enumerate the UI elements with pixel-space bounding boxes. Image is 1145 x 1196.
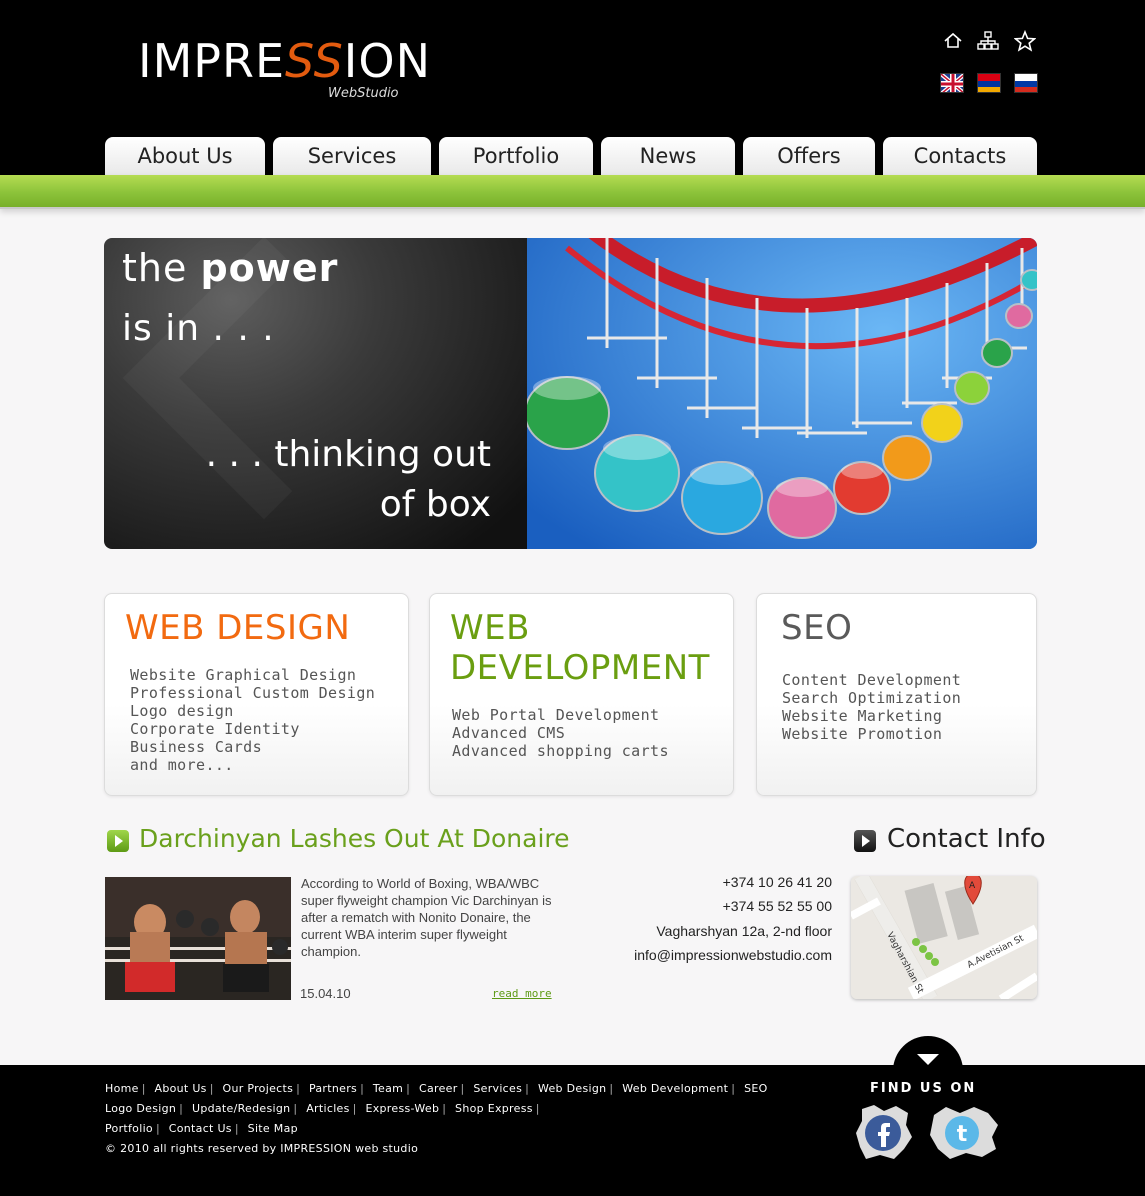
home-icon[interactable] <box>942 30 964 52</box>
service-item: Website Graphical Design <box>130 666 357 684</box>
hero-ferris-wheel-image <box>527 238 1037 549</box>
service-item: Website Promotion <box>782 725 943 743</box>
footer-link-articles[interactable]: Articles <box>306 1102 349 1115</box>
flag-russia-icon[interactable] <box>1014 73 1038 93</box>
nav-tab-about-us[interactable]: About Us <box>105 137 265 177</box>
facebook-icon[interactable] <box>854 1103 914 1161</box>
logo-subtitle: WebStudio <box>328 86 399 101</box>
footer-link-site-map[interactable]: Site Map <box>248 1122 298 1135</box>
footer-link-web-design[interactable]: Web Design <box>538 1082 606 1095</box>
location-map[interactable]: A Vagharshian St A.Avetisian St <box>851 876 1037 999</box>
service-item: and more... <box>130 756 234 774</box>
hero-line-2: is in . . . <box>122 308 275 349</box>
footer-links-row-1: Home | About Us | Our Projects | Partners | … <box>105 1082 768 1095</box>
footer-link-logo-design[interactable]: Logo Design <box>105 1102 176 1115</box>
flag-armenia-icon[interactable] <box>977 73 1001 93</box>
service-item: Website Marketing <box>782 707 943 725</box>
twitter-icon[interactable]: t <box>928 1103 1000 1161</box>
service-list: Web Portal Development Advanced CMS Adva… <box>452 706 669 760</box>
footer-link-our-projects[interactable]: Our Projects <box>223 1082 294 1095</box>
logo-wordmark: IMPRESSION <box>138 34 431 88</box>
footer-link-home[interactable]: Home <box>105 1082 139 1095</box>
service-item: Professional Custom Design <box>130 684 376 702</box>
footer-link-web-development[interactable]: Web Development <box>622 1082 728 1095</box>
language-switcher <box>940 73 1040 95</box>
footer-link-career[interactable]: Career <box>419 1082 458 1095</box>
main-nav: About Us Services Portfolio News Offers … <box>105 137 1040 177</box>
hero-banner: the power is in . . . . . . thinking out… <box>104 238 1037 549</box>
service-title: SEO <box>781 608 853 648</box>
contact-phone-2: +374 55 52 55 00 <box>722 898 832 914</box>
contact-email-link[interactable]: info@impressionwebstudio.com <box>634 947 832 963</box>
service-item: Advanced CMS <box>452 724 566 742</box>
footer-link-team[interactable]: Team <box>373 1082 403 1095</box>
nav-tab-services[interactable]: Services <box>273 137 431 177</box>
footer-link-contact-us[interactable]: Contact Us <box>169 1122 232 1135</box>
find-us-label: FIND US ON <box>870 1081 977 1096</box>
service-item: Search Optimization <box>782 689 962 707</box>
footer-link-services[interactable]: Services <box>473 1082 522 1095</box>
site-header: IMPRESSION WebStudio About Us Services P… <box>0 0 1145 177</box>
footer-link-about-us[interactable]: About Us <box>155 1082 207 1095</box>
footer-links-row-2: Logo Design | Update/Redesign | Articles | … <box>105 1102 540 1115</box>
news-date: 15.04.10 <box>300 986 351 1001</box>
map-marker-label: A <box>969 881 976 891</box>
news-boxing-image[interactable] <box>105 877 291 1000</box>
service-box-seo[interactable]: SEO Content Development Search Optimizat… <box>756 593 1037 796</box>
service-title: WEB DEVELOPMENT <box>450 608 710 688</box>
service-item: Advanced shopping carts <box>452 742 669 760</box>
contact-info-heading: Contact Info <box>887 824 1046 854</box>
service-box-web-design[interactable]: WEB DESIGN Website Graphical Design Prof… <box>104 593 409 796</box>
footer-link-express-web[interactable]: Express-Web <box>365 1102 439 1115</box>
hero-line-4: of box <box>379 484 491 525</box>
star-icon[interactable] <box>1013 29 1037 52</box>
service-item: Corporate Identity <box>130 720 300 738</box>
nav-tab-portfolio[interactable]: Portfolio <box>439 137 593 177</box>
news-headline-link[interactable]: Darchinyan Lashes Out At Donaire <box>139 824 570 853</box>
footer-link-update-redesign[interactable]: Update/Redesign <box>192 1102 290 1115</box>
read-more-link[interactable]: read more <box>492 987 552 1000</box>
hero-line-3: . . . thinking out <box>205 434 491 475</box>
footer-link-partners[interactable]: Partners <box>309 1082 357 1095</box>
footer-link-seo[interactable]: SEO <box>744 1082 768 1095</box>
footer-link-portfolio[interactable]: Portfolio <box>105 1122 153 1135</box>
chevron-down-icon <box>917 1054 939 1065</box>
service-item: Logo design <box>130 702 234 720</box>
hero-text-panel: the power is in . . . . . . thinking out… <box>104 238 527 549</box>
sitemap-icon[interactable] <box>977 30 999 52</box>
service-item: Web Portal Development <box>452 706 660 724</box>
svg-text:t: t <box>957 1122 968 1147</box>
service-item: Content Development <box>782 671 962 689</box>
flag-uk-icon[interactable] <box>940 73 964 93</box>
utility-icons <box>942 29 1042 54</box>
contact-address: Vagharshyan 12a, 2-nd floor <box>656 923 832 939</box>
hero-line-1: the power <box>122 246 339 290</box>
contact-arrow-icon <box>854 830 876 852</box>
service-list: Content Development Search Optimization … <box>782 671 961 743</box>
service-box-web-development[interactable]: WEB DEVELOPMENT Web Portal Development A… <box>429 593 734 796</box>
service-title: WEB DESIGN <box>125 608 351 648</box>
news-summary: According to World of Boxing, WBA/WBC su… <box>301 876 552 959</box>
news-arrow-icon <box>107 830 129 852</box>
nav-tab-offers[interactable]: Offers <box>743 137 875 177</box>
service-list: Website Graphical Design Professional Cu… <box>130 666 375 774</box>
service-item: Business Cards <box>130 738 263 756</box>
nav-tab-news[interactable]: News <box>601 137 735 177</box>
contact-phone-1: +374 10 26 41 20 <box>722 874 832 890</box>
footer-link-shop-express[interactable]: Shop Express <box>455 1102 533 1115</box>
nav-tab-contacts[interactable]: Contacts <box>883 137 1037 177</box>
footer-links-row-3: Portfolio | Contact Us | Site Map <box>105 1122 298 1135</box>
nav-underbar <box>0 175 1145 209</box>
site-logo[interactable]: IMPRESSION WebStudio <box>138 32 431 104</box>
copyright-text: © 2010 all rights reserved by IMPRESSION… <box>105 1142 419 1155</box>
